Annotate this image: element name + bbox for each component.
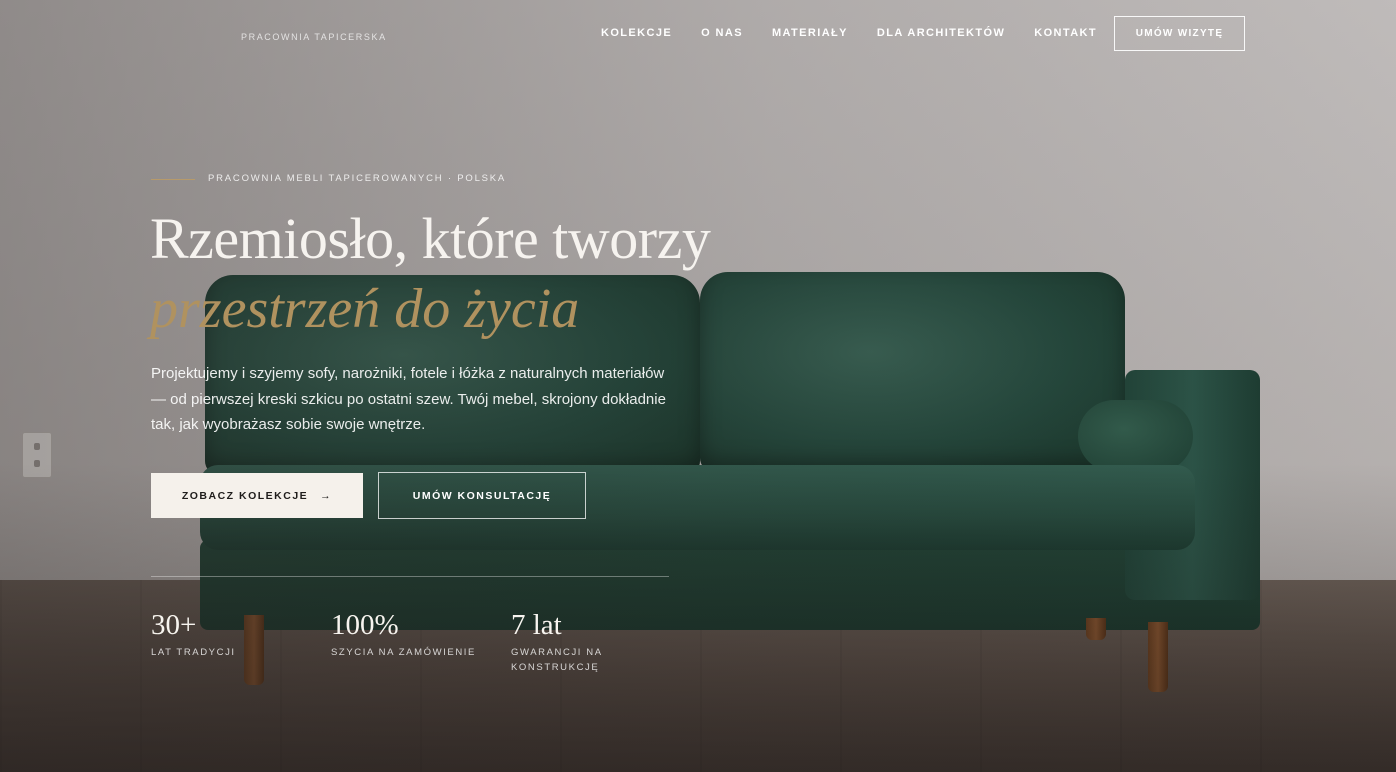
nav-item-kolekcje[interactable]: KOLEKCJE: [601, 27, 672, 39]
stat-value: 7 lat: [511, 609, 562, 641]
nav-item-dla-architektow[interactable]: DLA ARCHITEKTÓW: [877, 27, 1005, 39]
stat-custom-made: 100% SZYCIA NA ZAMÓWIENIE: [331, 608, 476, 660]
book-consultation-button[interactable]: UMÓW KONSULTACJĘ: [378, 472, 586, 519]
brand-logo[interactable]: PRACOWNIA TAPICERSKA: [241, 32, 387, 42]
stat-value: 30+: [151, 609, 197, 641]
hero-description: Projektujemy i szyjemy sofy, narożniki, …: [151, 365, 666, 433]
eyebrow-divider: [151, 179, 195, 180]
arrow-right-icon: →: [320, 489, 333, 502]
stat-value: 100%: [331, 609, 399, 641]
stat-label: LAT TRADYCJI: [151, 647, 236, 658]
view-collections-button[interactable]: ZOBACZ KOLEKCJE →: [151, 473, 363, 518]
stats-divider: [151, 576, 669, 577]
stat-tradition: 30+ LAT TRADYCJI: [151, 608, 236, 660]
site-header: PRACOWNIA TAPICERSKA KOLEKCJE O NAS MATE…: [0, 0, 1396, 70]
nav-item-materialy[interactable]: MATERIAŁY: [772, 27, 848, 39]
view-collections-label: ZOBACZ KOLEKCJE: [181, 489, 309, 502]
hero-title-accent: przestrzeń do życia: [150, 278, 580, 340]
nav-item-kontakt[interactable]: KONTAKT: [1034, 27, 1097, 39]
stat-warranty: 7 lat GWARANCJI NA KONSTRUKCJĘ: [511, 608, 641, 675]
nav-item-o-nas[interactable]: O NAS: [701, 27, 743, 39]
hero-title: Rzemiosło, które tworzy: [150, 206, 711, 271]
stat-label: SZYCIA NA ZAMÓWIENIE: [331, 647, 476, 658]
book-visit-button[interactable]: UMÓW WIZYTĘ: [1114, 16, 1245, 51]
stat-label: GWARANCJI NA KONSTRUKCJĘ: [511, 647, 603, 673]
hero-eyebrow: PRACOWNIA MEBLI TAPICEROWANYCH · POLSKA: [208, 173, 507, 184]
main-nav: KOLEKCJE O NAS MATERIAŁY DLA ARCHITEKTÓW…: [601, 27, 1097, 39]
